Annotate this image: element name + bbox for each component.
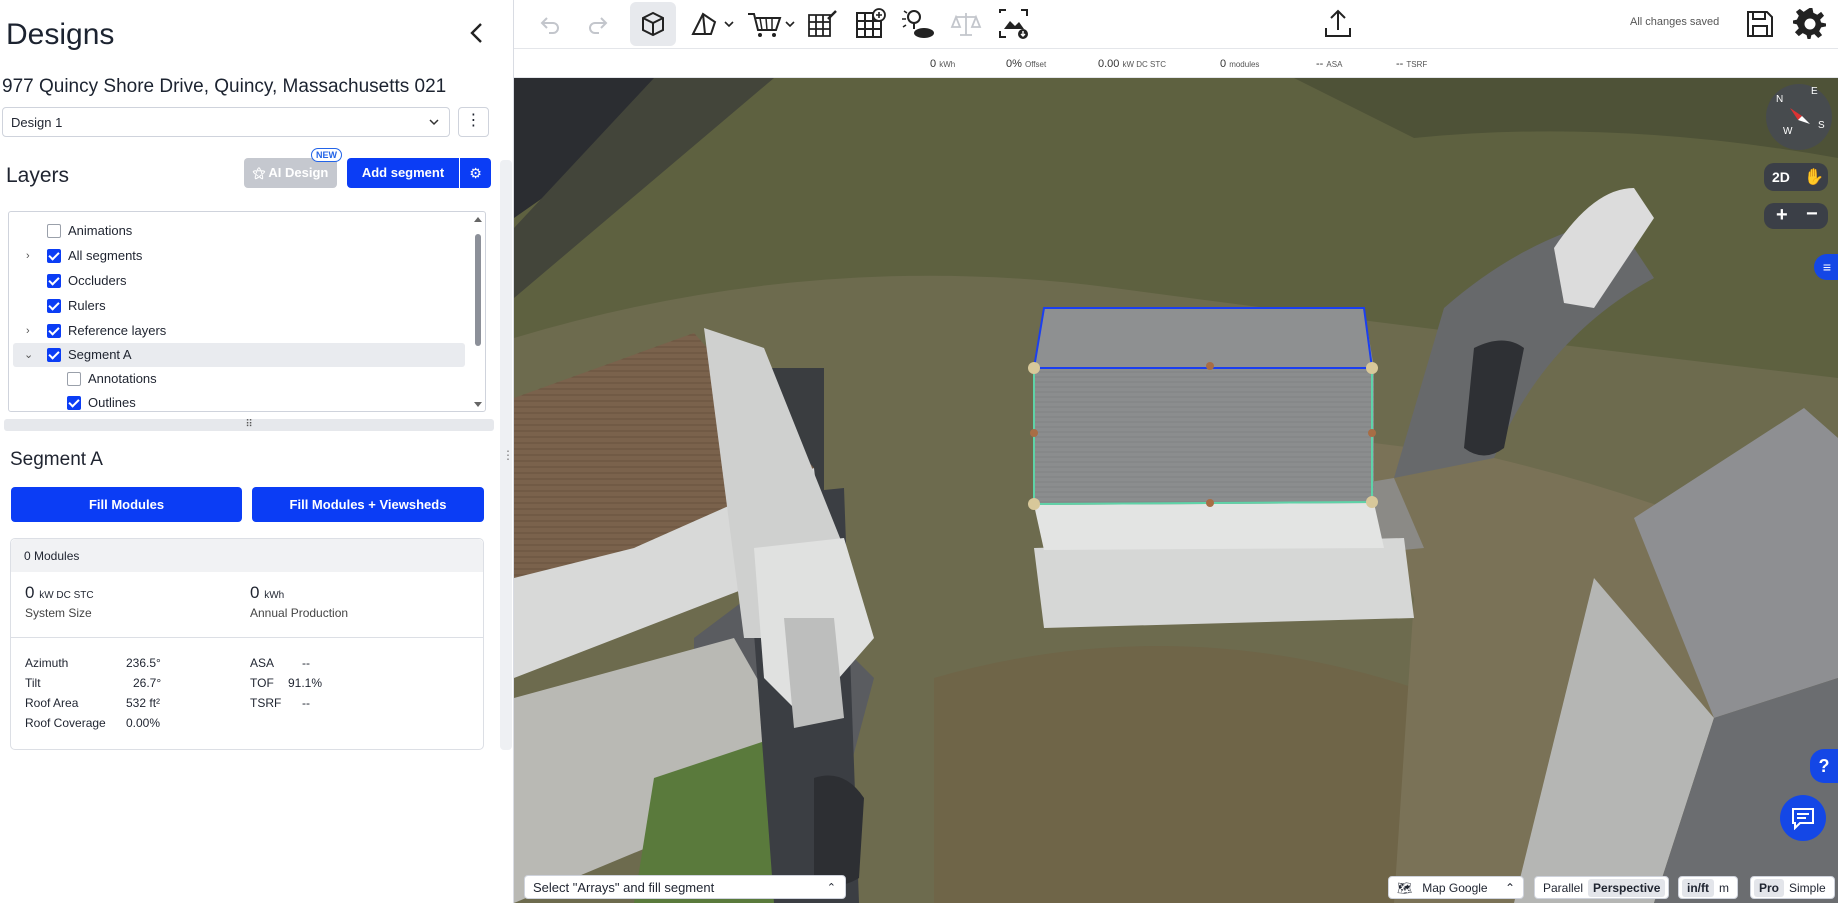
layer-checkbox[interactable] xyxy=(47,274,61,288)
zoom-in-button[interactable]: + xyxy=(1776,204,1788,227)
fill-modules-button[interactable]: Fill Modules xyxy=(11,487,242,522)
stats-bar: 0 kWh 0% Offset 0.00 kW DC STC 0 modules… xyxy=(514,48,1838,78)
image-export-icon[interactable] xyxy=(994,4,1034,44)
panel-resize-handle[interactable]: ⠿ xyxy=(4,419,494,431)
ai-design-button[interactable]: ⚝ AI Design xyxy=(244,158,337,188)
stat-modules: 0 modules xyxy=(1220,58,1260,70)
layer-row[interactable]: Animations xyxy=(13,219,473,243)
help-button[interactable]: ? xyxy=(1810,749,1838,783)
metric-units-option[interactable]: m xyxy=(1714,879,1734,897)
pro-mode-option[interactable]: Pro xyxy=(1754,878,1785,897)
layer-row[interactable]: Occluders xyxy=(13,269,473,293)
chat-icon xyxy=(1792,808,1814,830)
layer-checkbox[interactable] xyxy=(47,324,61,338)
map-source-select[interactable]: 🗺 Map Google ⌃ xyxy=(1388,876,1524,899)
list-toggle-icon[interactable]: ≡ xyxy=(1814,254,1838,280)
view-controls: 2D ✋ xyxy=(1764,163,1828,191)
chevron-down-icon xyxy=(429,119,439,126)
projection-toggle[interactable]: Parallel Perspective xyxy=(1534,876,1670,899)
undo-icon[interactable] xyxy=(530,4,570,44)
layer-checkbox[interactable] xyxy=(47,299,61,313)
gear-icon: ⚙ xyxy=(469,165,482,181)
chevron-down-icon[interactable]: ⌄ xyxy=(24,343,38,367)
segment-title: Segment A xyxy=(10,449,103,470)
mode-toggle[interactable]: Pro Simple xyxy=(1750,876,1835,899)
segment-summary-card: 0 Modules 0 kW DC STC System Size 0 kWh … xyxy=(10,538,484,750)
chevron-left-icon[interactable] xyxy=(466,20,488,46)
gear-icon[interactable] xyxy=(1790,4,1830,44)
stat-tsrf: -- TSRF xyxy=(1396,58,1428,70)
layer-row[interactable]: Outlines xyxy=(13,391,473,411)
cart-icon[interactable] xyxy=(742,4,800,44)
page-title: Designs xyxy=(6,18,115,51)
hint-select[interactable]: Select "Arrays" and fill segment ⌃ xyxy=(524,875,846,899)
layers-title: Layers xyxy=(6,164,70,187)
save-status: All changes saved xyxy=(1630,16,1720,28)
save-icon[interactable] xyxy=(1740,4,1780,44)
chevron-up-icon: ⌃ xyxy=(1504,880,1515,895)
3d-map-viewport[interactable]: N E W S 2D ✋ + − ≡ ? Select "Arrays" and… xyxy=(514,78,1838,903)
map-icon: 🗺 xyxy=(1397,880,1413,895)
designs-panel: Designs 977 Quincy Shore Drive, Quincy, … xyxy=(0,0,526,903)
grid-edit-icon[interactable] xyxy=(802,4,842,44)
redo-icon[interactable] xyxy=(578,4,618,44)
aerial-imagery xyxy=(514,78,1838,903)
2d-toggle-button[interactable]: 2D xyxy=(1772,169,1790,185)
layer-row[interactable]: Annotations xyxy=(13,367,473,391)
divider xyxy=(11,637,483,638)
segment-settings-button[interactable]: ⚙ xyxy=(460,158,491,188)
fill-modules-viewsheds-button[interactable]: Fill Modules + Viewsheds xyxy=(252,487,484,522)
roof-icon[interactable] xyxy=(686,4,740,44)
annual-production-value: 0 kWh xyxy=(250,583,285,602)
panel-add-icon[interactable] xyxy=(850,4,890,44)
compass-needle-icon xyxy=(1790,108,1810,124)
design-select-value: Design 1 xyxy=(11,115,63,130)
layer-row[interactable]: › All segments xyxy=(13,244,473,268)
wand-icon: ⚝ xyxy=(252,165,269,180)
chevron-up-icon: ⌃ xyxy=(826,882,836,894)
imperial-units-option[interactable]: in/ft xyxy=(1682,878,1714,897)
add-segment-button[interactable]: Add segment xyxy=(347,158,459,188)
layer-row[interactable]: Rulers xyxy=(13,294,473,318)
layer-row-selected[interactable]: ⌄ Segment A xyxy=(13,343,465,367)
hand-icon[interactable]: ✋ xyxy=(1804,167,1824,187)
modules-count: 0 Modules xyxy=(11,539,483,572)
layer-row[interactable]: › Reference layers xyxy=(13,319,473,343)
balance-icon[interactable] xyxy=(946,4,986,44)
upload-icon[interactable] xyxy=(1318,4,1358,44)
3d-box-icon[interactable] xyxy=(630,2,676,46)
layer-checkbox[interactable] xyxy=(47,348,61,362)
parallel-option[interactable]: Parallel xyxy=(1538,879,1588,897)
layer-checkbox[interactable] xyxy=(67,372,81,386)
scrollbar-thumb[interactable] xyxy=(475,234,481,346)
simple-mode-option[interactable]: Simple xyxy=(1784,879,1831,897)
system-size-caption: System Size xyxy=(25,606,92,620)
project-address: 977 Quincy Shore Drive, Quincy, Massachu… xyxy=(2,76,447,97)
chevron-right-icon[interactable]: › xyxy=(26,244,40,268)
tree-icon[interactable] xyxy=(898,4,938,44)
design-menu-button[interactable]: ⋮ xyxy=(458,107,489,137)
units-toggle[interactable]: in/ft m xyxy=(1678,876,1738,899)
stat-annual-kwh: 0 kWh xyxy=(930,58,956,70)
chevron-right-icon[interactable]: › xyxy=(26,319,40,343)
layers-tree: Animations › All segments Occluders Rule… xyxy=(8,211,486,412)
design-select[interactable]: Design 1 xyxy=(2,107,450,137)
new-badge: NEW xyxy=(311,148,342,162)
toolbar: All changes saved xyxy=(514,0,1838,48)
chat-button[interactable] xyxy=(1780,795,1826,841)
stat-system-size: 0.00 kW DC STC xyxy=(1098,58,1167,70)
layer-checkbox[interactable] xyxy=(47,249,61,263)
layer-checkbox[interactable] xyxy=(47,224,61,238)
zoom-out-button[interactable]: − xyxy=(1806,203,1818,226)
system-size-value: 0 kW DC STC xyxy=(25,583,94,602)
stat-offset: 0% Offset xyxy=(1006,58,1047,70)
perspective-option[interactable]: Perspective xyxy=(1588,878,1666,897)
compass-widget[interactable]: N E W S xyxy=(1766,84,1832,150)
stat-asa: -- ASA xyxy=(1316,58,1343,70)
annual-production-caption: Annual Production xyxy=(250,606,349,620)
zoom-controls: + − xyxy=(1764,203,1828,229)
layer-checkbox[interactable] xyxy=(67,396,81,410)
